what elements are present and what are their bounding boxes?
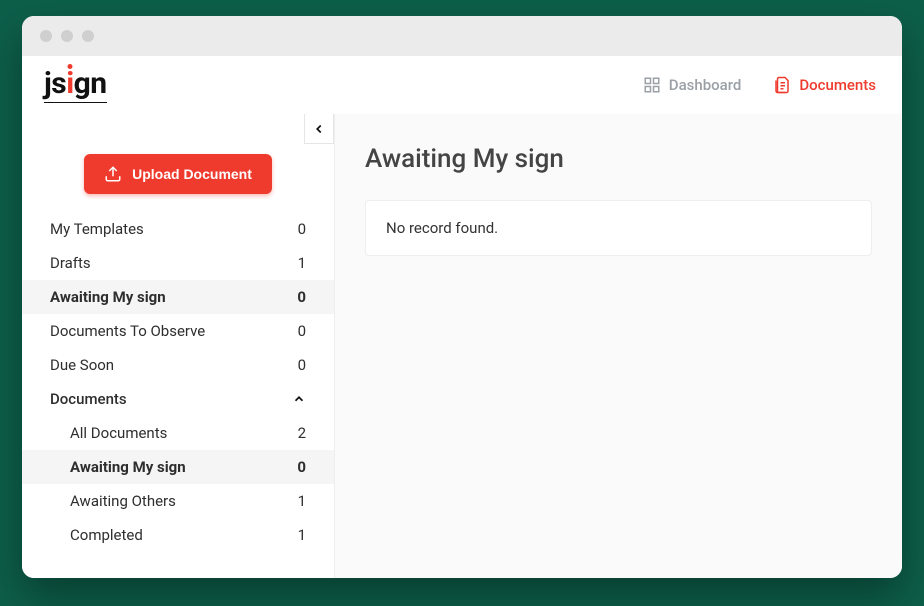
- sidebar-item-count: 0: [292, 322, 306, 340]
- sidebar-item-count: 1: [292, 254, 306, 272]
- empty-state-card: No record found.: [365, 200, 872, 256]
- logo-text-pre: js: [44, 66, 66, 101]
- sidebar: Upload Document My Templates 0 Drafts 1 …: [22, 114, 334, 578]
- sidebar-submenu-documents: All Documents 2 Awaiting My sign 0 Await…: [22, 416, 334, 552]
- nav-dashboard[interactable]: Dashboard: [643, 76, 742, 94]
- sidebar-item-documents-parent[interactable]: Documents: [22, 382, 334, 416]
- sidebar-subitem-all-documents[interactable]: All Documents 2: [22, 416, 334, 450]
- window-control-close[interactable]: [40, 30, 52, 42]
- sidebar-item-count: 0: [292, 220, 306, 238]
- sidebar-item-due-soon[interactable]: Due Soon 0: [22, 348, 334, 382]
- sidebar-item-label: Drafts: [50, 254, 91, 272]
- sidebar-item-label: All Documents: [70, 424, 167, 442]
- logo[interactable]: jsign: [44, 66, 107, 103]
- upload-document-button[interactable]: Upload Document: [84, 154, 272, 194]
- app-header: jsign Dashboard Documents: [22, 56, 902, 114]
- chevron-left-icon: [312, 122, 326, 136]
- sidebar-item-count: 0: [292, 458, 306, 476]
- nav-dashboard-label: Dashboard: [669, 76, 742, 94]
- sidebar-item-count: 0: [292, 288, 306, 306]
- sidebar-item-label: Awaiting Others: [70, 492, 176, 510]
- sidebar-collapse-button[interactable]: [304, 114, 334, 144]
- page-title: Awaiting My sign: [365, 144, 872, 174]
- sidebar-item-count: 0: [292, 356, 306, 374]
- window-control-minimize[interactable]: [61, 30, 73, 42]
- chevron-up-icon: [292, 392, 306, 406]
- sidebar-subitem-completed[interactable]: Completed 1: [22, 518, 334, 552]
- sidebar-item-awaiting-my-sign[interactable]: Awaiting My sign 0: [22, 280, 334, 314]
- sidebar-item-drafts[interactable]: Drafts 1: [22, 246, 334, 280]
- app-body: Upload Document My Templates 0 Drafts 1 …: [22, 114, 902, 578]
- window-control-maximize[interactable]: [82, 30, 94, 42]
- upload-icon: [104, 165, 122, 183]
- sidebar-item-label: My Templates: [50, 220, 144, 238]
- logo-text-accent: i: [66, 66, 73, 101]
- sidebar-item-label: Due Soon: [50, 356, 114, 374]
- sidebar-item-my-templates[interactable]: My Templates 0: [22, 212, 334, 246]
- sidebar-item-label: Documents: [50, 390, 127, 408]
- documents-icon: [773, 76, 791, 94]
- sidebar-item-count: 2: [292, 424, 306, 442]
- sidebar-item-label: Documents To Observe: [50, 322, 205, 340]
- nav-documents-label: Documents: [799, 76, 876, 94]
- sidebar-item-count: 1: [292, 492, 306, 510]
- logo-text-post: gn: [74, 66, 107, 101]
- sidebar-item-label: Awaiting My sign: [50, 288, 166, 306]
- main-content: Awaiting My sign No record found.: [334, 114, 902, 578]
- sidebar-menu: My Templates 0 Drafts 1 Awaiting My sign…: [22, 212, 334, 552]
- sidebar-item-documents-to-observe[interactable]: Documents To Observe 0: [22, 314, 334, 348]
- nav-documents[interactable]: Documents: [773, 76, 876, 94]
- app-window: jsign Dashboard Documents: [22, 16, 902, 578]
- sidebar-subitem-awaiting-others[interactable]: Awaiting Others 1: [22, 484, 334, 518]
- sidebar-item-count: 1: [292, 526, 306, 544]
- sidebar-subitem-awaiting-my-sign[interactable]: Awaiting My sign 0: [22, 450, 334, 484]
- sidebar-item-label: Awaiting My sign: [70, 458, 186, 476]
- upload-document-label: Upload Document: [132, 166, 252, 182]
- sidebar-item-label: Completed: [70, 526, 143, 544]
- grid-icon: [643, 76, 661, 94]
- empty-state-message: No record found.: [386, 219, 498, 237]
- window-titlebar: [22, 16, 902, 56]
